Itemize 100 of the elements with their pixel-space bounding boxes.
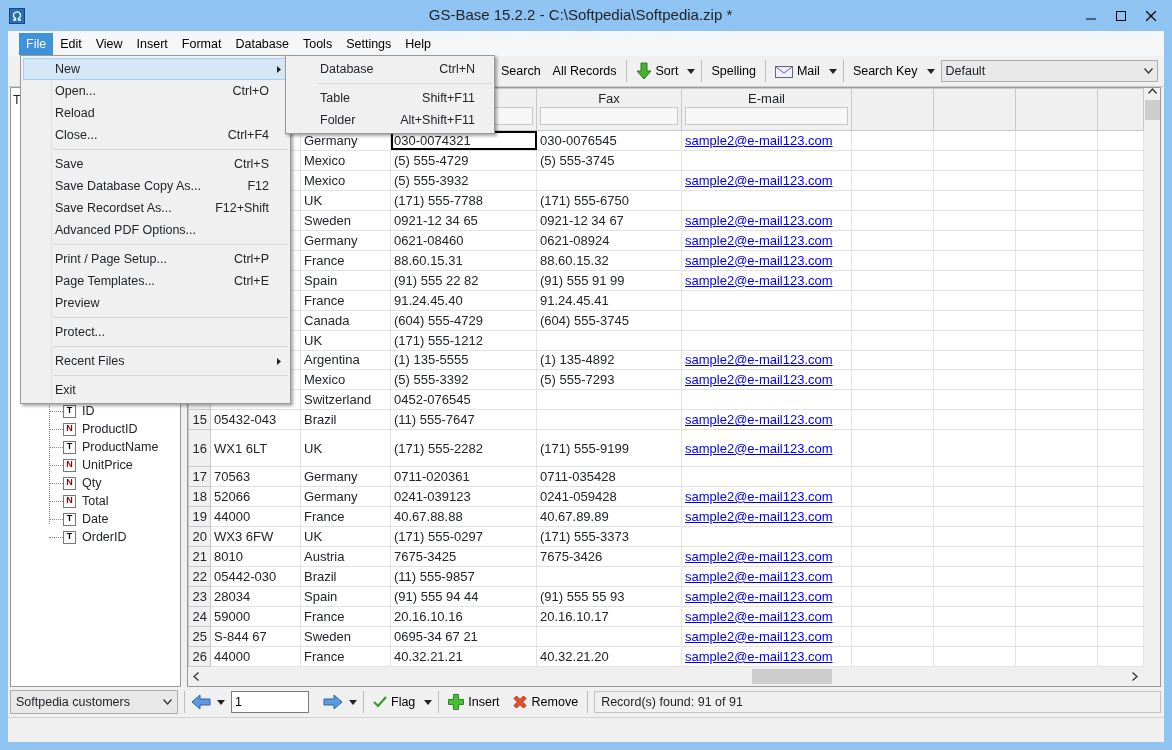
table-cell[interactable]: 0711-020361 — [390, 466, 537, 487]
table-cell[interactable]: 40.67.89.89 — [536, 506, 682, 527]
menu-item[interactable]: Edit — [53, 32, 89, 55]
table-cell[interactable]: 20.16.10.16 — [390, 606, 537, 627]
table-cell[interactable]: (11) 555-9857 — [390, 566, 537, 587]
envelope-icon[interactable] — [774, 64, 793, 78]
menu-option[interactable]: Save Database Copy As... F12 — [23, 175, 288, 197]
menu-item[interactable]: Help — [398, 32, 439, 55]
toolbar-button[interactable]: All Records — [549, 59, 620, 83]
menu-option[interactable]: Database Ctrl+N — [288, 58, 492, 80]
menu-item[interactable]: Database — [228, 32, 296, 55]
table-cell[interactable]: (171) 555-7788 — [390, 190, 537, 211]
tree-item[interactable]: UnitPrice — [82, 455, 133, 475]
tree-item[interactable]: Qty — [82, 473, 102, 493]
horizontal-scrollbar[interactable] — [188, 667, 1160, 686]
tree-item[interactable]: ProductName — [82, 437, 159, 457]
menu-option[interactable]: Page Templates... Ctrl+E — [23, 270, 288, 292]
app-icon[interactable] — [9, 7, 25, 24]
menu-option[interactable]: Reload — [23, 102, 288, 124]
table-cell[interactable]: Switzerland — [300, 389, 391, 410]
vertical-scrollbar[interactable] — [1144, 88, 1160, 667]
menu-option[interactable]: Protect... — [23, 321, 288, 343]
toolbar-button[interactable]: Search — [498, 59, 544, 83]
menu-option[interactable]: Open... Ctrl+O — [23, 80, 288, 102]
table-cell[interactable]: (171) 555-6750 — [536, 190, 682, 211]
table-cell[interactable]: (1) 135-5555 — [390, 350, 537, 370]
table-cell[interactable]: 52066 — [210, 486, 301, 507]
table-cell[interactable]: Mexico — [300, 150, 391, 171]
plus-icon[interactable] — [448, 694, 465, 710]
table-cell[interactable]: Austria — [300, 546, 391, 567]
table-cell[interactable]: WX1 6LT — [210, 429, 301, 467]
table-cell[interactable]: 05442-030 — [210, 566, 301, 587]
table-cell[interactable]: 030-0076545 — [536, 130, 682, 151]
table-cell[interactable]: 91.24.45.40 — [390, 290, 537, 311]
table-cell[interactable]: 0711-035428 — [536, 466, 682, 487]
table-cell[interactable]: 0921-12 34 67 — [536, 210, 682, 231]
table-cell[interactable]: (91) 555 22 82 — [390, 270, 537, 291]
menu-option[interactable]: New — [23, 58, 288, 80]
table-cell[interactable]: 8010 — [210, 546, 301, 567]
table-cell[interactable]: (5) 555-3932 — [390, 170, 537, 191]
table-dropdown[interactable]: Softpedia customers — [10, 690, 178, 714]
flag-button[interactable]: Flag — [370, 690, 419, 714]
menu-option[interactable]: Folder Alt+Shift+F11 — [288, 109, 492, 131]
table-cell[interactable]: France — [300, 506, 391, 527]
table-cell[interactable]: 0241-039123 — [390, 486, 537, 507]
caret-icon[interactable] — [828, 68, 837, 74]
tree-item[interactable]: ProductID — [82, 419, 138, 439]
table-cell[interactable]: Spain — [300, 270, 391, 291]
toolbar-button[interactable]: Search Key — [849, 59, 921, 83]
caret-icon[interactable] — [926, 68, 935, 74]
table-cell[interactable]: (171) 555-0297 — [390, 526, 537, 547]
menu-option[interactable]: Preview — [23, 292, 288, 314]
filter-field[interactable] — [540, 107, 678, 125]
table-cell[interactable]: (5) 555-7293 — [536, 369, 682, 390]
table-cell[interactable]: WX3 6FW — [210, 526, 301, 547]
table-cell[interactable]: 40.32.21.20 — [536, 646, 682, 667]
table-cell[interactable]: Mexico — [300, 369, 391, 390]
table-cell[interactable]: Canada — [300, 310, 391, 331]
table-cell[interactable]: 05432-043 — [210, 409, 301, 430]
table-cell[interactable]: 0452-076545 — [390, 389, 537, 410]
tree-item[interactable]: ID — [82, 401, 95, 421]
tree-item[interactable]: OrderID — [82, 527, 127, 547]
toolbar-button[interactable]: Sort — [632, 59, 682, 83]
tree-item[interactable]: Date — [82, 509, 109, 529]
table-cell[interactable]: Spain — [300, 586, 391, 607]
table-cell[interactable]: Sweden — [300, 210, 391, 231]
table-cell[interactable]: France — [300, 290, 391, 311]
menu-item[interactable]: Settings — [339, 32, 399, 55]
x-mark-icon[interactable] — [511, 694, 528, 710]
check-icon[interactable] — [373, 696, 387, 708]
insert-button[interactable]: Insert — [445, 690, 503, 714]
menu-item[interactable]: View — [88, 32, 130, 55]
menu-item[interactable]: Tools — [295, 32, 340, 55]
table-cell[interactable]: (5) 555-3392 — [390, 369, 537, 390]
menu-option[interactable]: Close... Ctrl+F4 — [23, 124, 288, 146]
remove-button[interactable]: Remove — [508, 690, 582, 714]
panel-tab[interactable]: T — [13, 91, 21, 110]
menu-option[interactable]: Exit — [23, 379, 288, 401]
forward-arrow-icon[interactable] — [323, 694, 343, 710]
table-cell[interactable]: 91.24.45.41 — [536, 290, 682, 311]
table-cell[interactable]: 030-0074321 — [390, 130, 537, 151]
menu-option[interactable]: Advanced PDF Options... — [23, 219, 288, 241]
table-cell[interactable]: France — [300, 250, 391, 271]
caret-icon[interactable] — [349, 699, 357, 705]
table-cell[interactable]: UK — [300, 526, 391, 547]
table-cell[interactable]: UK — [300, 190, 391, 211]
table-cell[interactable]: 0921-12 34 65 — [390, 210, 537, 231]
filter-field[interactable] — [685, 107, 848, 125]
table-cell[interactable]: S-844 67 — [210, 626, 301, 647]
table-cell[interactable]: 40.32.21.21 — [390, 646, 537, 667]
table-cell[interactable]: (171) 555-9199 — [536, 429, 682, 467]
table-cell[interactable]: Sweden — [300, 626, 391, 647]
table-cell[interactable]: UK — [300, 429, 391, 467]
toolbar-button[interactable]: Mail — [771, 59, 823, 83]
menu-item[interactable]: Insert — [129, 32, 175, 55]
table-cell[interactable]: (91) 555 55 93 — [536, 586, 682, 607]
table-cell[interactable]: 0621-08460 — [390, 230, 537, 251]
table-cell[interactable]: 88.60.15.31 — [390, 250, 537, 271]
table-cell[interactable]: 44000 — [210, 646, 301, 667]
table-cell[interactable]: (91) 555 91 99 — [536, 270, 682, 291]
